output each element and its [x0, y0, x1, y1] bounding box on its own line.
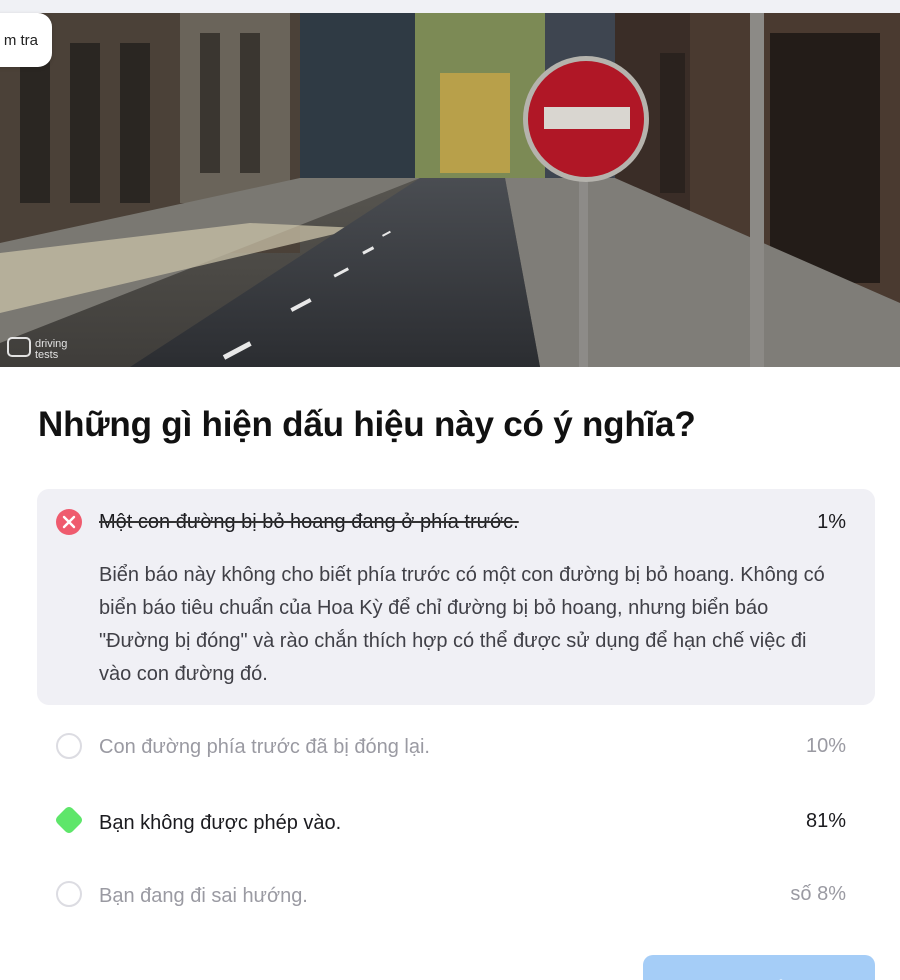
- answer-text: Con đường phía trước đã bị đóng lại.: [99, 736, 430, 758]
- answer-option-1[interactable]: Một con đường bị bỏ hoang đang ở phía tr…: [37, 489, 875, 705]
- next-question-button[interactable]: Câu hỏi tiếp theo: [643, 955, 875, 980]
- answer-percent: 10%: [805, 735, 846, 757]
- green-diamond-icon: [54, 805, 84, 835]
- radio-empty-icon: [56, 733, 82, 759]
- answer-option-4[interactable]: Bạn đang đi sai hướng. số 8%: [37, 876, 875, 912]
- radio-empty-icon: [56, 881, 82, 907]
- watermark-line2: tests: [35, 349, 59, 361]
- x-circle-icon: [56, 509, 82, 535]
- check-button[interactable]: m tra: [0, 13, 52, 67]
- answer-option-3[interactable]: Bạn không được phép vào. 81%: [37, 803, 875, 839]
- answer-text: Một con đường bị bỏ hoang đang ở phía tr…: [99, 511, 519, 533]
- answer-percent: 1%: [817, 511, 846, 533]
- answer-option-2[interactable]: Con đường phía trước đã bị đóng lại. 10%: [37, 728, 875, 764]
- top-strip: [0, 0, 900, 13]
- answer-explanation: Biển báo này không cho biết phía trước c…: [99, 564, 825, 685]
- question-title: Những gì hiện dấu hiệu này có ý nghĩa?: [38, 405, 696, 444]
- question-image: driving tests: [0, 13, 900, 367]
- answer-percent: số 8%: [790, 883, 846, 905]
- answer-text: Bạn đang đi sai hướng.: [99, 885, 308, 907]
- check-label: m tra: [3, 31, 38, 49]
- answer-text: Bạn không được phép vào.: [99, 812, 342, 834]
- answer-percent: 81%: [805, 810, 846, 832]
